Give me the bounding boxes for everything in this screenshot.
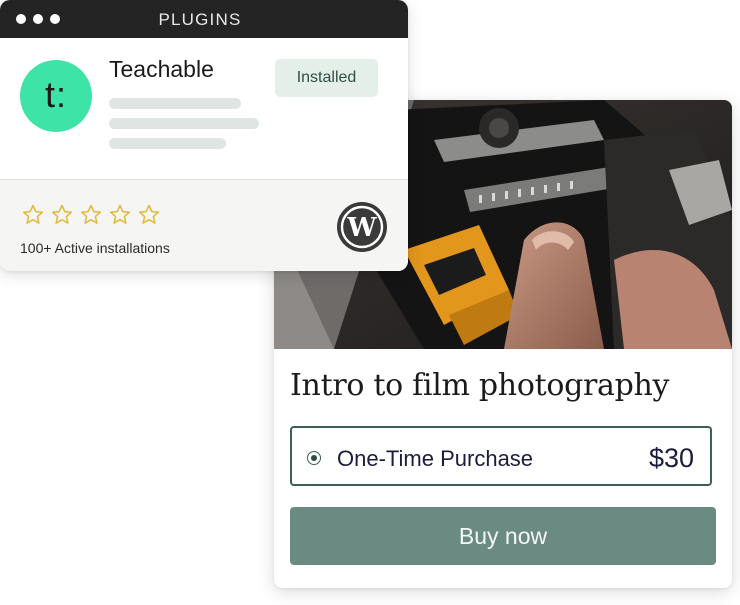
wordpress-icon: W [337,202,387,252]
purchase-option-label: One-Time Purchase [337,446,534,471]
star-icon [51,204,73,224]
active-installations: 100+ Active installations [20,240,170,256]
star-icon [80,204,102,224]
plugin-name: Teachable [109,56,214,82]
teachable-logo-glyph: t: [44,74,67,115]
installed-status-button[interactable]: Installed [275,59,378,97]
description-placeholder-line [109,118,259,129]
purchase-option-one-time[interactable]: One-Time Purchase $30 [290,426,712,486]
star-icon [138,204,160,224]
star-icon [22,204,44,224]
description-placeholder-line [109,138,226,149]
plugin-footer: 100+ Active installations W [0,179,408,271]
purchase-option-price: $30 [648,443,694,473]
buy-now-button[interactable]: Buy now [290,507,716,565]
description-placeholder-line [109,98,241,109]
svg-text:W: W [346,213,377,243]
course-title: Intro to film photography [290,368,670,403]
star-icon [109,204,131,224]
radio-selected-icon[interactable] [307,451,321,465]
window-title: PLUGINS [158,10,242,29]
window-title-bar: PLUGINS [0,0,408,38]
plugin-window: PLUGINS t: Teachable Installed 100+ Acti… [0,0,408,271]
teachable-logo: t: [20,60,92,132]
